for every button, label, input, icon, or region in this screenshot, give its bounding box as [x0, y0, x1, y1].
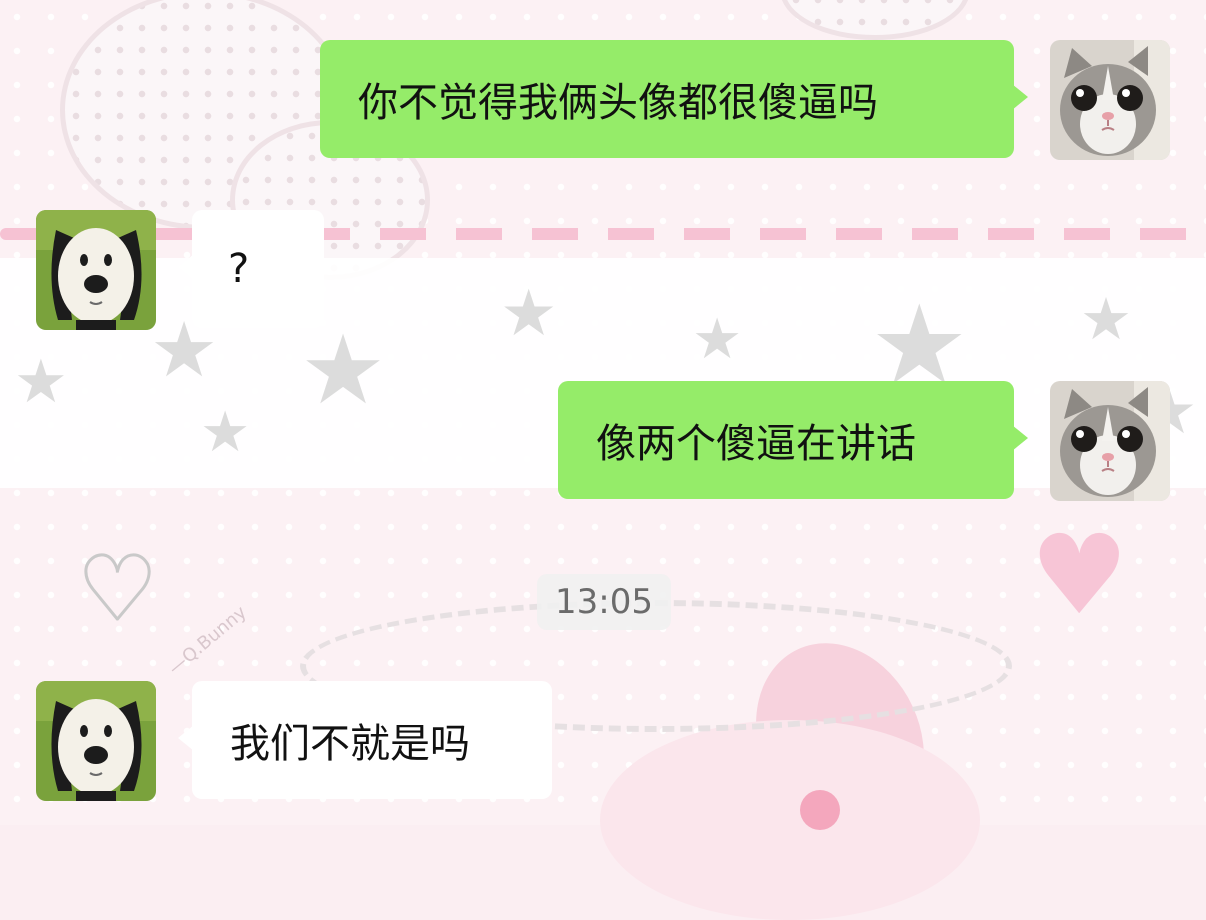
wallpaper-bunny-nose	[800, 790, 840, 830]
wallpaper-watermark: —Q.Bunny	[164, 601, 251, 680]
message-text: ?	[228, 246, 250, 292]
star-icon: ★	[300, 314, 387, 426]
star-icon: ★	[200, 400, 251, 465]
heart-icon: ♥	[1030, 511, 1129, 639]
my-message-bubble[interactable]: 像两个傻逼在讲话	[558, 381, 1028, 499]
timestamp-label: 13:05	[537, 574, 671, 630]
message-text: 像两个傻逼在讲话	[596, 421, 916, 467]
kitten-avatar-icon[interactable]	[1050, 40, 1170, 160]
cartoon-dog-avatar-icon[interactable]	[36, 210, 156, 330]
their-message-bubble[interactable]: 我们不就是吗	[178, 681, 552, 799]
cartoon-dog-avatar-icon[interactable]	[36, 681, 156, 801]
wallpaper-cloud-shape	[780, 0, 970, 40]
message-text: 你不觉得我俩头像都很傻逼吗	[358, 80, 878, 126]
their-message-bubble[interactable]: ?	[178, 210, 324, 328]
my-message-bubble[interactable]: 你不觉得我俩头像都很傻逼吗	[320, 40, 1028, 158]
star-icon: ★	[14, 347, 68, 417]
star-icon: ★	[1080, 285, 1132, 353]
heart-outline-icon: ♥	[77, 537, 159, 640]
kitten-avatar-icon[interactable]	[1050, 381, 1170, 501]
message-text: 我们不就是吗	[230, 721, 470, 767]
star-icon: ★	[692, 307, 743, 372]
wallpaper-bunny-face	[600, 720, 980, 920]
star-icon: ★	[500, 277, 558, 351]
wallpaper-dashed-line	[0, 228, 1206, 240]
